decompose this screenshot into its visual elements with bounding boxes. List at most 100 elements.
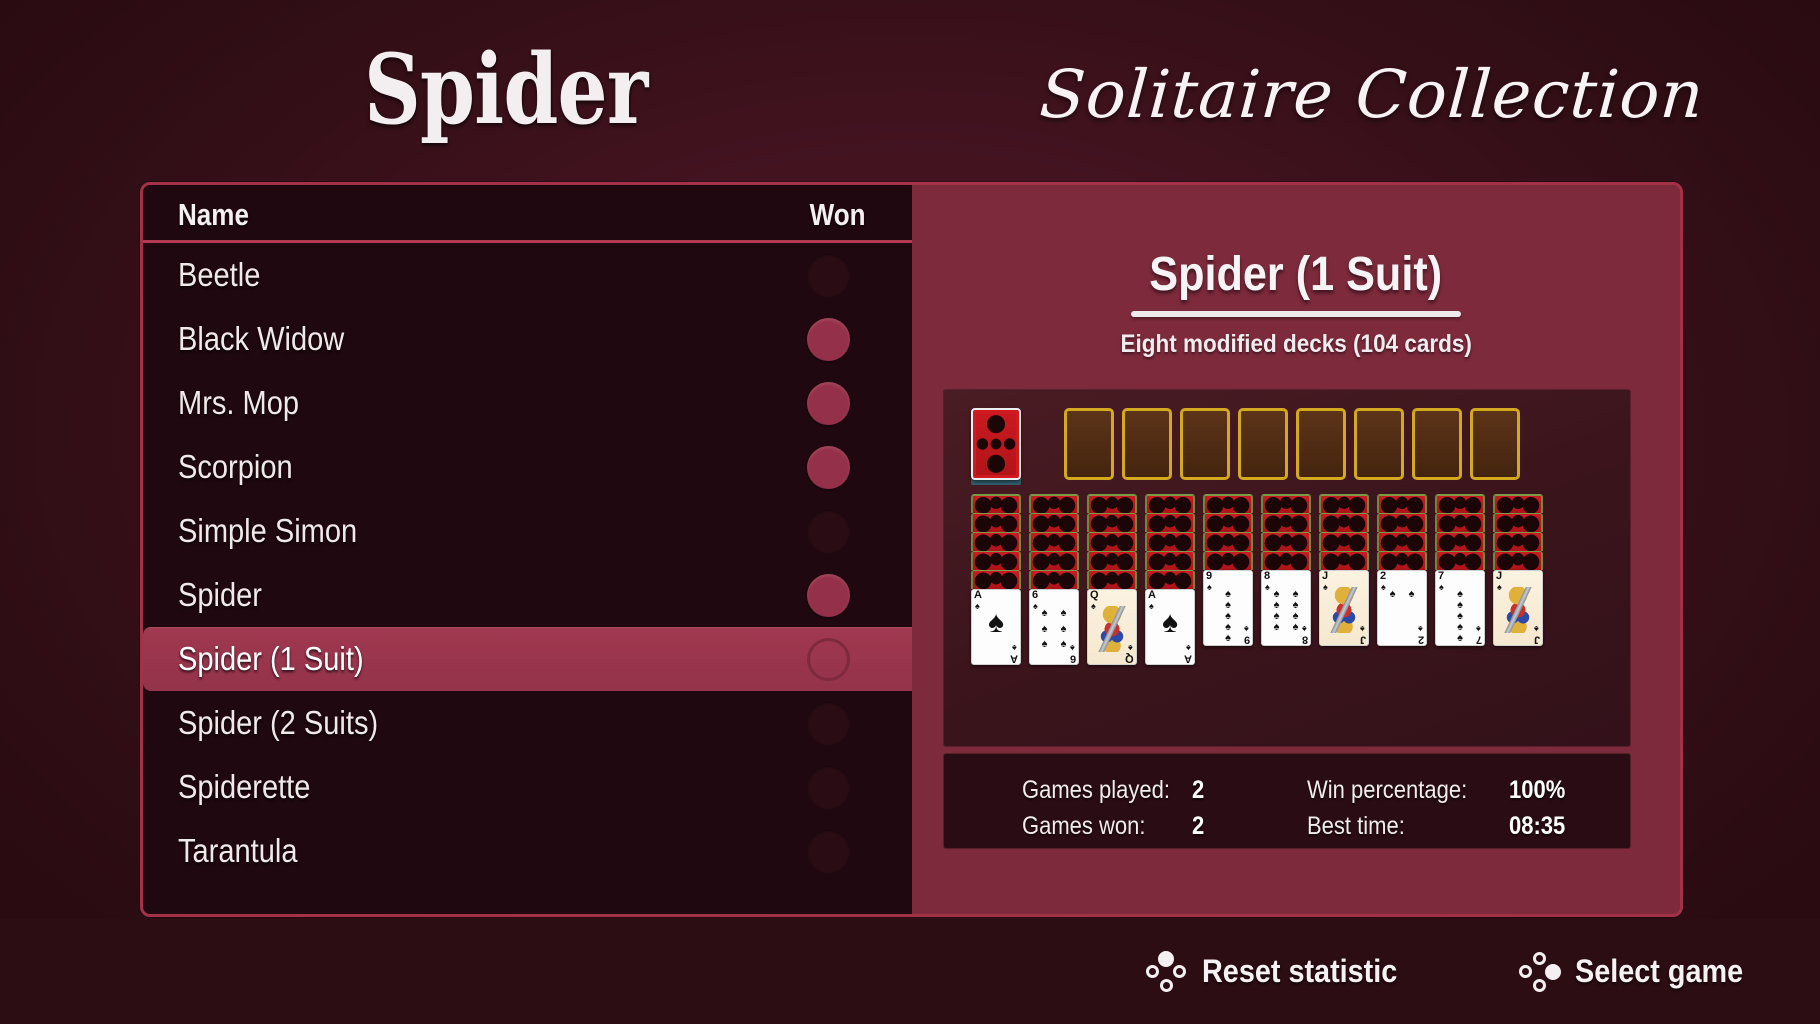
face-up-card: 8 ♠ 8 ♠ ♠ ♠ ♠ ♠ ♠ ♠ ♠ ♠ <box>1261 570 1311 646</box>
game-list-item[interactable]: Tarantula <box>143 819 918 883</box>
face-down-card <box>1493 532 1543 551</box>
game-list-item-label: Beetle <box>178 256 261 293</box>
footer-action-label-text: Reset statistic <box>1202 953 1398 989</box>
app-root: Spider Solitaire Collection Name Won Bee… <box>0 0 1820 1024</box>
court-card-art <box>1096 606 1128 652</box>
foundation-slot <box>1122 408 1172 480</box>
game-list-item[interactable]: Black Widow <box>143 307 918 371</box>
won-indicator-filled-icon <box>807 573 850 617</box>
face-down-card <box>1029 494 1079 513</box>
face-down-card <box>1319 494 1369 513</box>
card-suit-bottom-icon: ♠ <box>1360 624 1365 634</box>
face-up-card: Q ♠ Q ♠ <box>1087 589 1137 665</box>
card-pips: ♠♠♠♠♠♠♠ <box>1441 589 1479 646</box>
card-rank-bottom: Q <box>1125 653 1134 665</box>
gamepad-dot-t <box>1158 950 1175 967</box>
tableau-column: 7♠7♠♠♠♠♠♠♠♠ <box>1435 494 1485 665</box>
footer-action-label: Select game <box>1575 953 1762 990</box>
face-down-card <box>1145 532 1195 551</box>
detail-title-text: Spider (1 Suit) <box>1149 248 1443 301</box>
game-list-item[interactable]: Spider (1 Suit) <box>143 627 918 691</box>
game-list-item-label: Spider (1 Suit) <box>178 640 364 677</box>
gamepad-dot-b <box>1532 978 1546 992</box>
card-pip-icon: ♠ <box>1060 622 1067 635</box>
face-down-card <box>1377 494 1427 513</box>
detail-subtitle: Eight modified decks (104 cards) <box>912 330 1680 359</box>
card-pip-icon: ♠ <box>1273 621 1280 633</box>
stat-best-time-value: 08:35 <box>1509 812 1566 840</box>
card-suit-bottom-icon: ♠ <box>1534 624 1539 634</box>
gamepad-dot-r <box>1545 963 1562 980</box>
face-down-card <box>1319 532 1369 551</box>
tableau-column: 6 ♠ 6 ♠ ♠ ♠ ♠ ♠ ♠ ♠ <box>1029 494 1079 665</box>
face-down-card <box>1087 551 1137 570</box>
face-down-card <box>1493 513 1543 532</box>
card-rank-top: 8 <box>1264 570 1271 582</box>
card-back-icon <box>971 408 1021 480</box>
won-indicator-empty-icon <box>807 253 850 297</box>
face-down-card <box>1203 551 1253 570</box>
card-rank-top: A <box>1148 589 1156 601</box>
tableau-columns: A♠A♠♠6♠6♠♠♠♠♠♠♠Q♠Q♠A♠A♠♠9♠9♠♠♠♠♠♠♠♠♠♠8♠8… <box>971 494 1543 665</box>
game-preview-board: A♠A♠♠6♠6♠♠♠♠♠♠♠Q♠Q♠A♠A♠♠9♠9♠♠♠♠♠♠♠♠♠♠8♠8… <box>943 389 1631 747</box>
gamepad-dot-t <box>1532 951 1546 965</box>
card-pip-icon: ♠ <box>1041 638 1048 650</box>
footer-action-label-text: Select game <box>1575 953 1744 989</box>
face-up-card: A ♠ A ♠ ♠ <box>971 589 1021 665</box>
footer-action[interactable]: Select game <box>1519 951 1762 992</box>
game-list-item[interactable]: Spider (2 Suits) <box>143 691 918 755</box>
card-center-suit-icon: ♠ <box>1162 606 1178 639</box>
face-down-card <box>1377 532 1427 551</box>
tableau-column: A ♠ A ♠ ♠ <box>1145 494 1195 665</box>
game-list-item-label: Mrs. Mop <box>178 384 300 421</box>
card-rank-bottom: A <box>1184 653 1192 665</box>
card-pip-icon: ♠ <box>1041 622 1048 635</box>
card-rank-bottom: J <box>1359 634 1366 646</box>
game-list-body[interactable]: Beetle Black Widow Mrs. Mop Scorpion Simple … <box>143 243 918 914</box>
footer-action[interactable]: Reset statistic <box>1146 950 1419 992</box>
foundation-slot <box>1064 408 1114 480</box>
foundation-slot <box>1412 408 1462 480</box>
game-list-item[interactable]: Beetle <box>143 243 918 307</box>
face-down-card <box>1029 532 1079 551</box>
footer-bar: Reset statistic Select game <box>0 919 1820 1024</box>
court-card-art <box>1502 587 1534 633</box>
face-up-card: 7♠7♠♠♠♠♠♠♠♠ <box>1435 570 1485 646</box>
face-down-card <box>971 532 1021 551</box>
stat-games-won-label: Games won: <box>1022 812 1146 840</box>
tableau-column: J ♠ J ♠ <box>1493 494 1543 665</box>
tableau-column: 9♠9♠♠♠♠♠♠♠♠♠♠ <box>1203 494 1253 665</box>
card-rank-top: A <box>974 589 982 601</box>
footer-actions: Reset statistic Select game <box>1146 919 1762 1024</box>
face-down-card <box>1435 532 1485 551</box>
won-indicator-empty-icon <box>807 829 850 873</box>
gamepad-dot-l <box>1519 965 1533 978</box>
detail-title-underline <box>1131 311 1461 317</box>
face-down-card <box>1145 513 1195 532</box>
card-pips: ♠ ♠ <box>1383 589 1421 631</box>
tableau-column: J ♠ J ♠ <box>1319 494 1369 665</box>
game-list-item[interactable]: Spiderette <box>143 755 918 819</box>
stat-win-percentage-value: 100% <box>1509 776 1566 804</box>
game-list-item[interactable]: Mrs. Mop <box>143 371 918 435</box>
card-pip-icon: ♠ <box>1389 588 1396 600</box>
won-indicator-empty-icon <box>807 765 850 809</box>
main-frame: Name Won Beetle Black Widow Mrs. Mop Scorpi… <box>140 182 1683 917</box>
face-down-card <box>1029 570 1079 589</box>
stat-games-won-value: 2 <box>1192 812 1205 840</box>
game-list-item-label: Black Widow <box>178 320 345 357</box>
card-pip-icon: ♠ <box>1041 607 1048 619</box>
foundation-slot <box>1296 408 1346 480</box>
game-list-item-label: Spiderette <box>178 768 311 805</box>
face-down-card <box>1145 570 1195 589</box>
won-indicator-filled-icon <box>807 381 850 425</box>
game-list-item[interactable]: Scorpion <box>143 435 918 499</box>
card-rank-top: Q <box>1090 589 1099 601</box>
game-list-item[interactable]: Simple Simon <box>143 499 918 563</box>
card-rank-bottom: 2 <box>1417 634 1424 646</box>
court-card-art <box>1328 587 1360 633</box>
gamepad-dot-b <box>1159 978 1173 992</box>
face-up-card: A ♠ A ♠ ♠ <box>1145 589 1195 665</box>
game-list-item[interactable]: Spider <box>143 563 918 627</box>
face-down-card <box>1435 551 1485 570</box>
